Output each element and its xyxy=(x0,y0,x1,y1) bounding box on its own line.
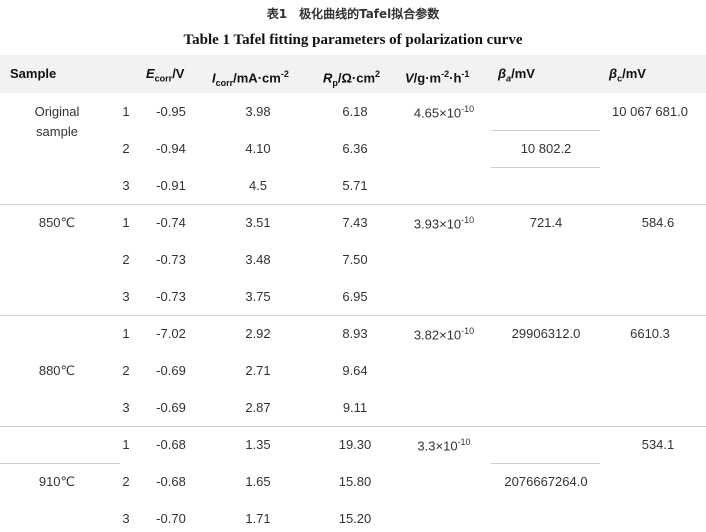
icorr-value: 1.35 xyxy=(245,437,271,452)
beta-c-value: 6610.3 xyxy=(630,326,670,341)
rp-value: 19.30 xyxy=(338,437,372,452)
row-number: 3 xyxy=(122,511,130,526)
sample-label: 850℃ xyxy=(38,215,76,230)
ecorr-value: -7.02 xyxy=(156,326,186,341)
row-divider xyxy=(491,167,600,168)
icorr-value: 4.5 xyxy=(248,178,268,193)
beta-c-value: 584.6 xyxy=(641,215,675,230)
beta-a-value: 29906312.0 xyxy=(511,326,581,341)
sample-label: 910℃ xyxy=(38,474,76,489)
rp-value: 6.36 xyxy=(342,141,368,156)
rp-value: 9.11 xyxy=(342,400,368,415)
ecorr-value: -0.91 xyxy=(156,178,186,193)
header-sample: Sample xyxy=(10,66,57,81)
ecorr-value: -0.70 xyxy=(156,511,186,526)
rp-value: 15.20 xyxy=(338,511,372,526)
beta-c-value: 534.1 xyxy=(641,437,675,452)
table-caption-chinese: 表1 极化曲线的Tafel拟合参数 xyxy=(266,7,440,21)
icorr-value: 2.92 xyxy=(245,326,271,341)
row-divider xyxy=(0,204,706,205)
header-beta-c: βc/mV xyxy=(609,66,646,84)
sample-label: 880℃ xyxy=(38,363,76,378)
ecorr-value: -0.69 xyxy=(156,400,186,415)
rp-value: 6.95 xyxy=(342,289,368,304)
ecorr-value: -0.68 xyxy=(156,437,186,452)
ecorr-value: -0.73 xyxy=(156,252,186,267)
ecorr-value: -0.69 xyxy=(156,363,186,378)
icorr-value: 3.75 xyxy=(245,289,271,304)
row-number: 3 xyxy=(122,400,130,415)
row-divider xyxy=(0,315,706,316)
row-number: 2 xyxy=(122,363,130,378)
row-divider xyxy=(491,130,600,131)
icorr-value: 4.10 xyxy=(245,141,271,156)
ecorr-value: -0.74 xyxy=(156,215,186,230)
row-divider xyxy=(491,463,600,464)
row-number: 2 xyxy=(122,252,130,267)
row-number: 1 xyxy=(122,215,130,230)
corrosion-rate-value: 3.3×10-10 xyxy=(417,437,471,454)
corrosion-rate-value: 4.65×10-10 xyxy=(413,104,475,121)
icorr-value: 1.65 xyxy=(245,474,271,489)
table-header-row: Sample Ecorr/V Icorr/mA·cm-2 Rp/Ω·cm2 V/… xyxy=(0,55,706,93)
rp-value: 7.50 xyxy=(342,252,368,267)
header-ecorr: Ecorr/V xyxy=(146,66,185,84)
beta-a-value: 2076667264.0 xyxy=(504,474,588,489)
rp-value: 7.43 xyxy=(342,215,368,230)
rp-value: 6.18 xyxy=(342,104,368,119)
ecorr-value: -0.73 xyxy=(156,289,186,304)
beta-a-value: 10 802.2 xyxy=(520,141,572,156)
ecorr-value: -0.95 xyxy=(156,104,186,119)
icorr-value: 2.87 xyxy=(245,400,271,415)
corrosion-rate-value: 3.82×10-10 xyxy=(413,326,475,343)
sample-label: sample xyxy=(36,124,78,139)
table-caption-english: Table 1 Tafel fitting parameters of pola… xyxy=(183,32,523,48)
row-number: 2 xyxy=(122,474,130,489)
ecorr-value: -0.94 xyxy=(156,141,186,156)
rp-value: 8.93 xyxy=(342,326,368,341)
ecorr-value: -0.68 xyxy=(156,474,186,489)
header-beta-a: βa/mV xyxy=(498,66,535,84)
beta-c-value: 10 067 681.0 xyxy=(612,104,688,119)
icorr-value: 2.71 xyxy=(245,363,271,378)
icorr-value: 3.51 xyxy=(245,215,271,230)
rp-value: 15.80 xyxy=(338,474,372,489)
header-corrosion-rate: V/g·m-2·h-1 xyxy=(405,69,470,86)
header-icorr: Icorr/mA·cm-2 xyxy=(212,69,289,88)
header-rp: Rp/Ω·cm2 xyxy=(323,69,381,88)
row-number: 3 xyxy=(122,289,130,304)
row-number: 2 xyxy=(122,141,130,156)
rp-value: 9.64 xyxy=(342,363,368,378)
row-number: 3 xyxy=(122,178,130,193)
row-divider xyxy=(0,463,120,464)
beta-a-value: 721.4 xyxy=(529,215,563,230)
icorr-value: 3.98 xyxy=(245,104,271,119)
icorr-value: 3.48 xyxy=(245,252,271,267)
corrosion-rate-value: 3.93×10-10 xyxy=(413,215,475,232)
row-number: 1 xyxy=(122,437,130,452)
sample-label: Original xyxy=(34,104,80,119)
icorr-value: 1.71 xyxy=(245,511,271,526)
row-number: 1 xyxy=(122,104,130,119)
rp-value: 5.71 xyxy=(342,178,368,193)
row-divider xyxy=(0,426,706,427)
row-number: 1 xyxy=(122,326,130,341)
